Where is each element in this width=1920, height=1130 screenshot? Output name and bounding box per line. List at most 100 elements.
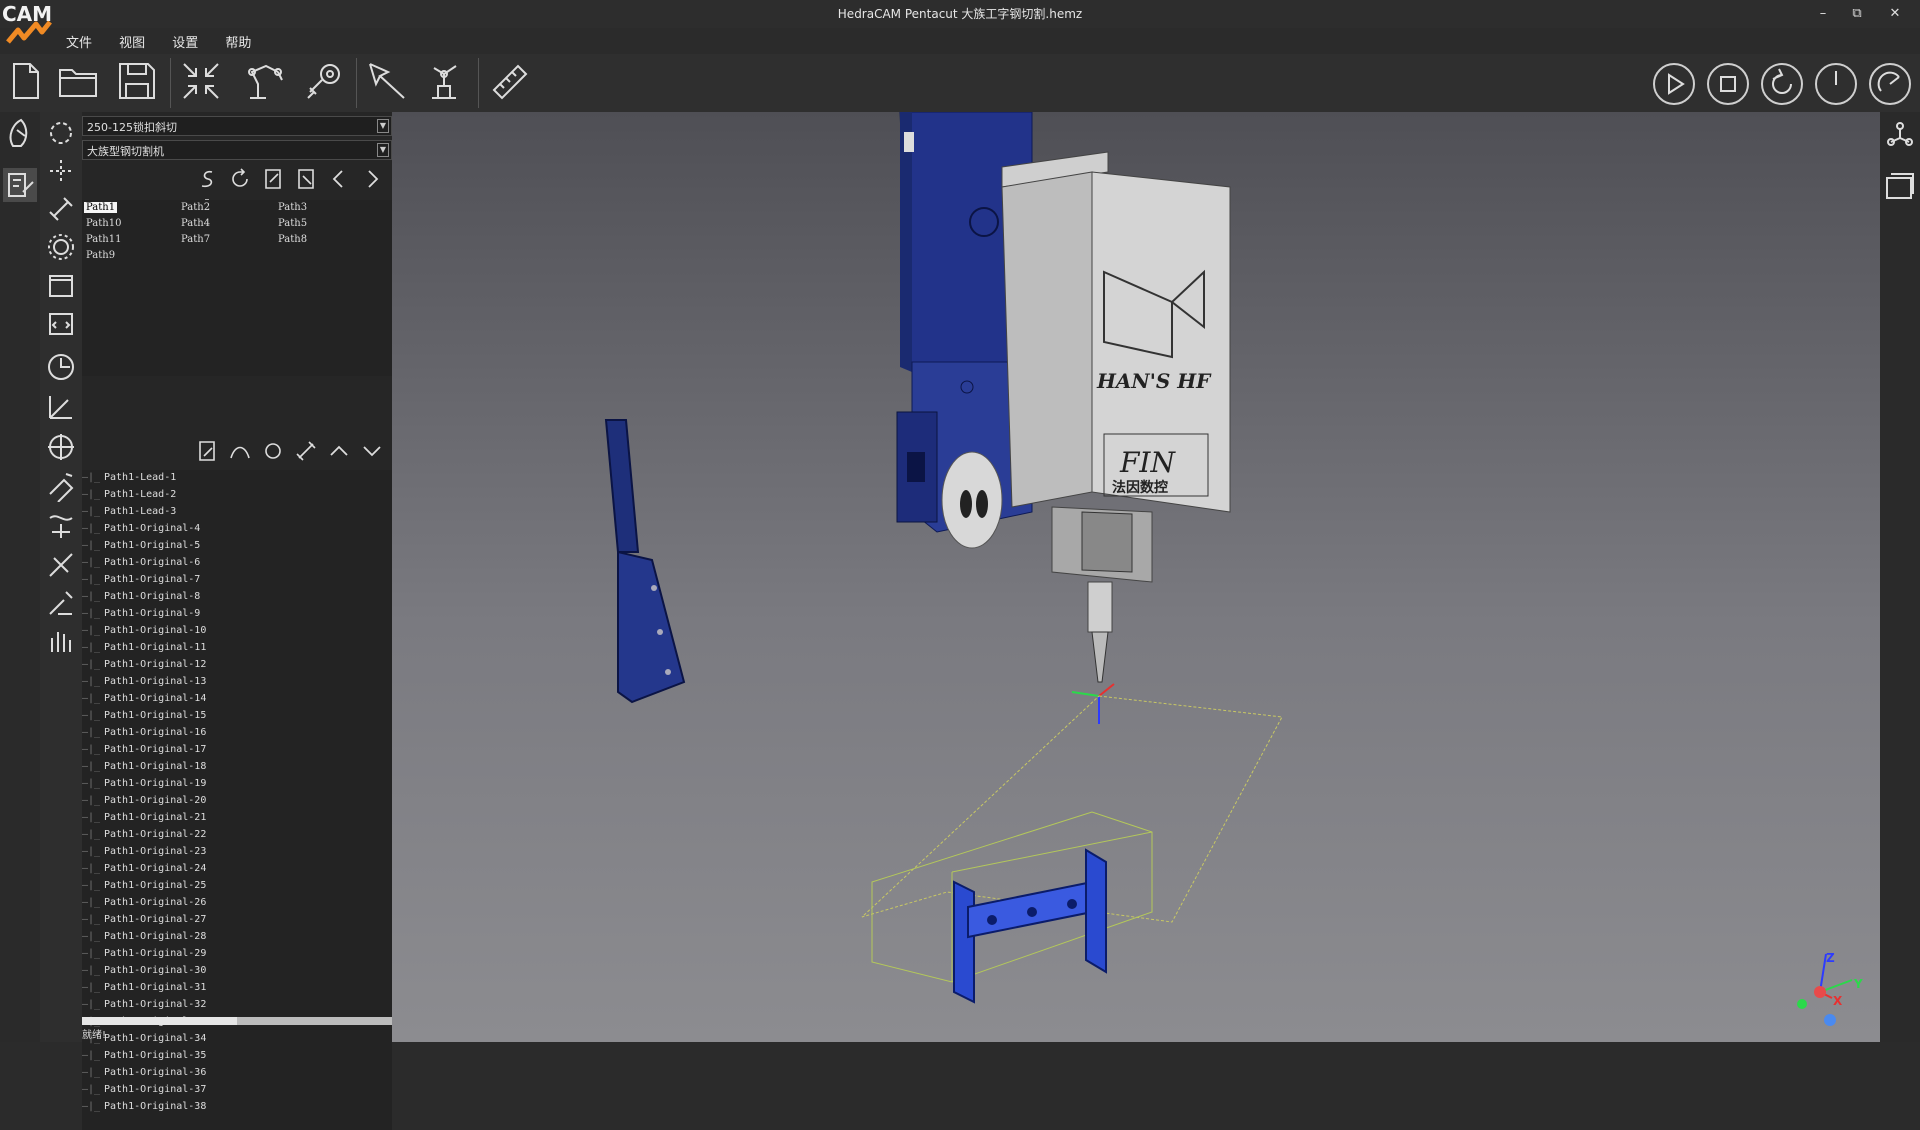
tree-item[interactable]: —|_ Path1-Original-4 xyxy=(82,523,200,537)
path-cell-path4[interactable]: Path4 xyxy=(181,218,210,229)
loop-icon[interactable] xyxy=(260,438,286,464)
tree-item[interactable]: —|_ Path1-Original-18 xyxy=(82,761,206,775)
tree-item[interactable]: —|_ Path1-Original-30 xyxy=(82,965,206,979)
target-icon[interactable] xyxy=(44,430,78,464)
chevron-right-icon[interactable] xyxy=(359,166,385,192)
new-segment-icon[interactable] xyxy=(194,438,220,464)
process-combo[interactable]: 250-125锁扣斜切 ▼ xyxy=(82,116,392,136)
point-select-icon[interactable] xyxy=(44,154,78,188)
link-icon[interactable] xyxy=(44,192,78,226)
path-cell-path7[interactable]: Path7 xyxy=(181,234,210,245)
tree-item[interactable]: —|_ Path1-Original-26 xyxy=(82,897,206,911)
tree-item[interactable]: —|_ Path1-Original-9 xyxy=(82,608,200,622)
path-cell-path1[interactable]: Path1 xyxy=(84,202,118,213)
tree-item[interactable]: —|_ Path1-Original-23 xyxy=(82,846,206,860)
chevron-up-icon[interactable] xyxy=(326,438,352,464)
tree-item[interactable]: —|_ Path1-Original-32 xyxy=(82,999,206,1013)
tree-item[interactable]: —|_ Path1-Original-15 xyxy=(82,710,206,724)
edit-mode-icon[interactable] xyxy=(3,168,37,202)
path-cell-path3[interactable]: Path3 xyxy=(278,202,307,213)
chevron-down-icon[interactable] xyxy=(359,438,385,464)
save-button[interactable] xyxy=(114,58,160,104)
chevron-left-icon[interactable] xyxy=(326,166,352,192)
tree-item[interactable]: —|_ Path1-Original-28 xyxy=(82,931,206,945)
close-button[interactable]: ✕ xyxy=(1880,4,1910,24)
menu-help[interactable]: 帮助 xyxy=(215,28,261,55)
tree-item[interactable]: —|_ Path1-Original-38 xyxy=(82,1101,206,1115)
path-cell-path2[interactable]: Path2 xyxy=(181,202,210,213)
tree-item[interactable]: —|_ Path1-Original-20 xyxy=(82,795,206,809)
tree-item[interactable]: —|_ Path1-Original-14 xyxy=(82,693,206,707)
robot-arm-button[interactable] xyxy=(422,58,468,104)
clock-icon[interactable] xyxy=(44,350,78,384)
tree-scrollbar-thumb[interactable] xyxy=(82,1017,237,1025)
network-icon[interactable] xyxy=(1883,118,1917,152)
stop-button[interactable] xyxy=(1707,63,1749,105)
cut-icon[interactable] xyxy=(44,548,78,582)
window-panel-icon[interactable] xyxy=(1883,170,1917,204)
tree-item[interactable]: —|_ Path1-Original-5 xyxy=(82,540,200,554)
link-segment-icon[interactable] xyxy=(293,438,319,464)
chevron-down-icon[interactable]: ▼ xyxy=(377,119,389,133)
rotate-select-icon[interactable] xyxy=(44,116,78,150)
tree-item[interactable]: —|_ Path1-Original-36 xyxy=(82,1067,206,1081)
robot-settings-button[interactable] xyxy=(300,58,346,104)
path-cell-path5[interactable]: Path5 xyxy=(278,218,307,229)
spray-icon[interactable] xyxy=(44,468,78,503)
arc-icon[interactable] xyxy=(227,438,253,464)
tree-item[interactable]: —|_ Path1-Lead-3 xyxy=(82,506,176,520)
tree-item[interactable]: —|_ Path1-Original-25 xyxy=(82,880,206,894)
tree-item[interactable]: —|_ Path1-Original-10 xyxy=(82,625,206,639)
tree-item[interactable]: —|_ Path1-Original-29 xyxy=(82,948,206,962)
import-icon[interactable] xyxy=(293,166,319,192)
cam-mode-icon[interactable] xyxy=(3,116,37,150)
layers-icon[interactable] xyxy=(44,268,78,302)
restore-button[interactable]: ⧉ xyxy=(1842,4,1872,24)
tree-item[interactable]: —|_ Path1-Original-17 xyxy=(82,744,206,758)
gauge-button[interactable] xyxy=(1869,63,1911,105)
hand-icon[interactable] xyxy=(44,624,78,658)
tree-item[interactable]: —|_ Path1-Original-6 xyxy=(82,557,200,571)
weld-icon[interactable] xyxy=(44,586,78,620)
tree-item[interactable]: —|_ Path1-Original-19 xyxy=(82,778,206,792)
new-file-button[interactable] xyxy=(2,58,48,104)
robot-path-button[interactable] xyxy=(242,58,288,104)
ruler-button[interactable] xyxy=(486,58,532,104)
menu-settings[interactable]: 设置 xyxy=(162,28,208,55)
tree-item[interactable]: —|_ Path1-Original-13 xyxy=(82,676,206,690)
select-tool-button[interactable] xyxy=(364,58,410,104)
tree-item[interactable]: —|_ Path1-Original-11 xyxy=(82,642,206,656)
refresh-icon[interactable] xyxy=(227,166,253,192)
play-button[interactable] xyxy=(1653,63,1695,105)
rewind-button[interactable] xyxy=(1761,63,1803,105)
tree-item[interactable]: —|_ Path1-Original-37 xyxy=(82,1084,206,1098)
collapse-expand-button[interactable] xyxy=(178,58,224,104)
tree-item[interactable]: —|_ Path1-Original-8 xyxy=(82,591,200,605)
open-folder-button[interactable] xyxy=(56,58,102,104)
tree-item[interactable]: —|_ Path1-Original-24 xyxy=(82,863,206,877)
tree-item[interactable]: —|_ Path1-Original-7 xyxy=(82,574,200,588)
path-cell-path11[interactable]: Path11 xyxy=(86,234,121,245)
menu-file[interactable]: 文件 xyxy=(56,28,102,55)
3d-viewport[interactable]: HAN'S HF FIN 法因数控 Z Y X xyxy=(392,112,1880,1042)
path-cell-path10[interactable]: Path10 xyxy=(86,218,121,229)
minimize-button[interactable]: – xyxy=(1808,4,1838,24)
path-cell-path8[interactable]: Path8 xyxy=(278,234,307,245)
axis-icon[interactable] xyxy=(44,390,78,424)
tree-item[interactable]: —|_ Path1-Original-12 xyxy=(82,659,206,673)
tree-item[interactable]: —|_ Path1-Original-27 xyxy=(82,914,206,928)
menu-view[interactable]: 视图 xyxy=(109,28,155,55)
tree-item[interactable]: —|_ Path1-Original-31 xyxy=(82,982,206,996)
power-button[interactable] xyxy=(1815,63,1857,105)
tree-item[interactable]: —|_ Path1-Original-35 xyxy=(82,1050,206,1064)
code-icon[interactable] xyxy=(44,306,78,340)
tree-item[interactable]: —|_ Path1-Original-22 xyxy=(82,829,206,843)
tree-item[interactable]: —|_ Path1-Lead-2 xyxy=(82,489,176,503)
tree-item[interactable]: —|_ Path1-Lead-1 xyxy=(82,472,176,486)
export-icon[interactable] xyxy=(260,166,286,192)
chevron-down-icon[interactable]: ▼ xyxy=(377,143,389,157)
spline-icon[interactable] xyxy=(194,166,220,192)
tree-item[interactable]: —|_ Path1-Original-21 xyxy=(82,812,206,826)
path-cell-path9[interactable]: Path9 xyxy=(86,250,115,261)
path-edit-icon[interactable] xyxy=(44,508,78,542)
